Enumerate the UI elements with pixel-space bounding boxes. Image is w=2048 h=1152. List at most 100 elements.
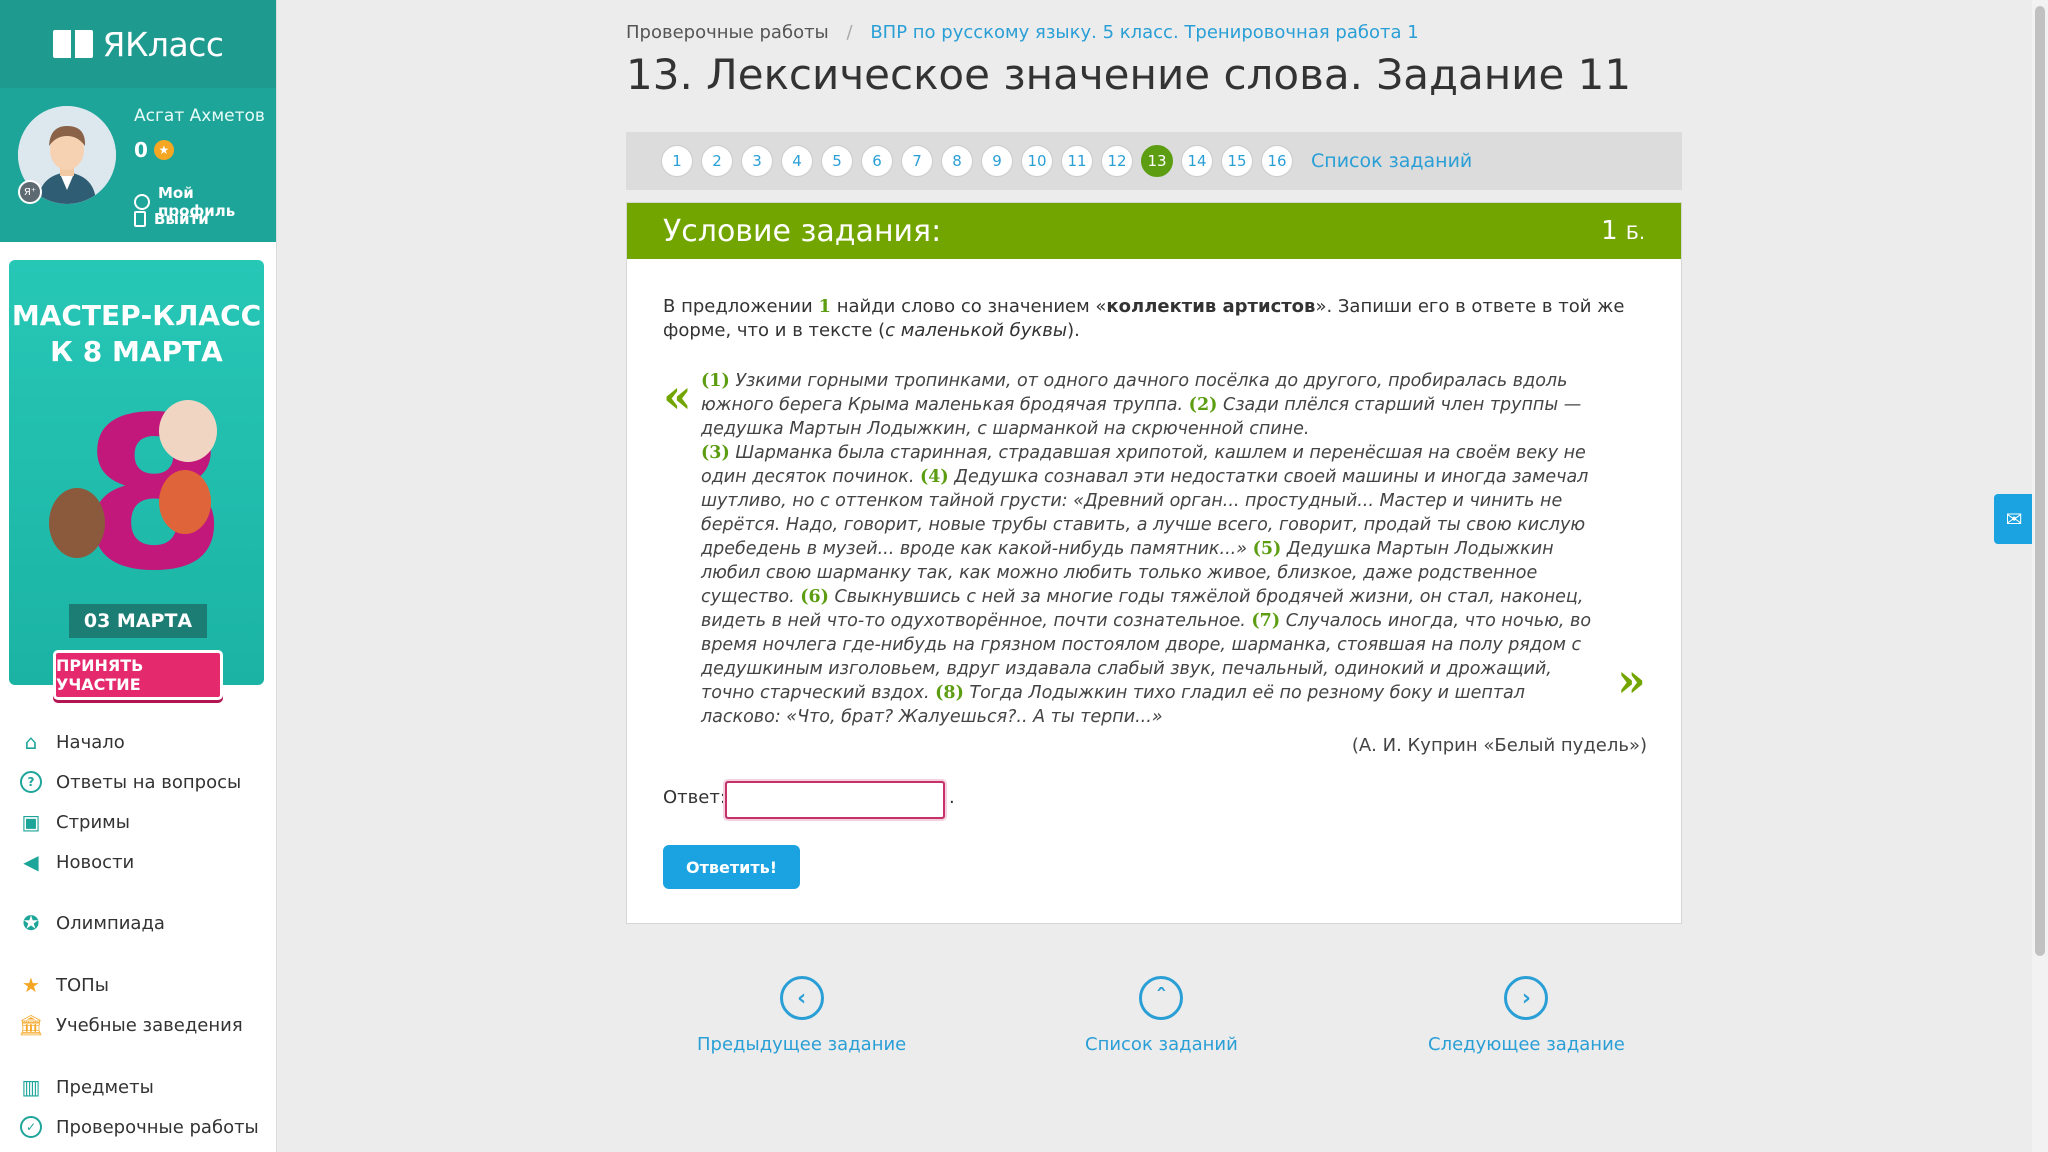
next-task-label: Следующее задание <box>1428 1034 1625 1055</box>
nav-label: ТОПы <box>56 974 109 996</box>
book-logo-icon <box>52 30 93 58</box>
logo-text: ЯКласс <box>102 24 224 64</box>
participate-button[interactable]: ПРИНЯТЬ УЧАСТИЕ <box>53 650 223 700</box>
prev-task-link[interactable]: ‹ Предыдущее задание <box>697 976 906 1055</box>
vertical-scrollbar[interactable] <box>2032 0 2048 1152</box>
check-icon: ✓ <box>20 1116 42 1138</box>
breadcrumb: Проверочные работы / ВПР по русскому язы… <box>626 22 1419 43</box>
girl-illustration-icon <box>49 488 105 558</box>
sentence-number: 1 <box>709 371 722 391</box>
play-icon: ▣ <box>21 810 41 834</box>
question-text: В предложении <box>663 296 819 317</box>
breadcrumb-current[interactable]: ВПР по русскому языку. 5 класс. Трениров… <box>870 22 1418 43</box>
task-list-link[interactable]: Список заданий <box>1311 150 1472 172</box>
points-value: 1 <box>1601 216 1618 246</box>
task-list-label: Список заданий <box>1085 1034 1238 1055</box>
nav-item-streams[interactable]: ▣ Стримы <box>0 805 130 839</box>
feedback-mail-button[interactable]: ✉ <box>1994 494 2034 544</box>
page-number[interactable]: 3 <box>741 145 773 177</box>
star-icon: ★ <box>22 973 40 997</box>
nav-item-news[interactable]: ◀ Новости <box>0 845 134 879</box>
page-number[interactable]: 12 <box>1101 145 1133 177</box>
breadcrumb-root[interactable]: Проверочные работы <box>626 22 829 43</box>
score-value: 0 <box>134 138 148 162</box>
sentence-number: 2 <box>1196 395 1210 415</box>
question-text: ). <box>1067 320 1080 341</box>
task-header: Условие задания: 1 Б. <box>627 203 1681 259</box>
task-question: В предложении 1 найди слово со значением… <box>663 295 1653 343</box>
task-pager: 1 2 3 4 5 6 7 8 9 10 11 12 13 14 15 16 С… <box>626 132 1682 190</box>
nav-item-answers[interactable]: ? Ответы на вопросы <box>0 765 241 799</box>
medal-icon: ✪ <box>22 911 40 935</box>
page-number[interactable]: 16 <box>1261 145 1293 177</box>
sidebar: ЯКласс Асгат Ахметов 0 ★ Мой профиль Вый… <box>0 0 277 1152</box>
logo[interactable]: ЯКласс <box>0 0 276 88</box>
answer-input[interactable] <box>725 781 945 819</box>
promo-banner[interactable]: МАСТЕР-КЛАСС К 8 МАРТА 8 03 МАРТА <box>9 260 264 685</box>
nav-label: Предметы <box>56 1076 154 1098</box>
nav-item-home[interactable]: ⌂ Начало <box>0 725 125 759</box>
user-circle-icon <box>134 194 150 210</box>
nav-item-olympiad[interactable]: ✪ Олимпиада <box>0 906 165 940</box>
page-number[interactable]: 2 <box>701 145 733 177</box>
page-number[interactable]: 5 <box>821 145 853 177</box>
yaplus-badge-icon: Я⁺ <box>18 180 42 204</box>
page-number-active[interactable]: 13 <box>1141 145 1173 177</box>
answer-label: Ответ: <box>663 787 726 808</box>
sentence-number: 4 <box>928 467 941 487</box>
nav-label: Новости <box>56 851 135 873</box>
bottom-navigation: ‹ Предыдущее задание ˆ Список заданий › … <box>626 976 1682 1056</box>
coin-star-icon: ★ <box>153 140 174 160</box>
task-header-title: Условие задания: <box>663 213 942 249</box>
page-number[interactable]: 9 <box>981 145 1013 177</box>
question-hint: с маленькой буквы <box>885 320 1068 341</box>
banner-title-line2: К 8 МАРТА <box>50 335 223 368</box>
grandma-illustration-icon <box>159 400 217 462</box>
nav-item-subjects[interactable]: ▥ Предметы <box>0 1070 154 1104</box>
page-number[interactable]: 10 <box>1021 145 1053 177</box>
prev-task-label: Предыдущее задание <box>697 1034 907 1055</box>
banner-date: 03 МАРТА <box>69 604 207 638</box>
banner-title-line1: МАСТЕР-КЛАСС <box>11 299 262 332</box>
open-quote-icon: « <box>663 369 692 423</box>
nav-label: Стримы <box>56 811 130 833</box>
nav-item-tests[interactable]: ✓ Проверочные работы <box>0 1110 259 1144</box>
door-icon <box>134 211 146 227</box>
submit-answer-button[interactable]: Ответить! <box>663 845 800 889</box>
chevron-right-icon: › <box>1504 976 1549 1020</box>
page-number[interactable]: 14 <box>1181 145 1213 177</box>
nav-label: Олимпиада <box>56 912 165 934</box>
logout-label: Выйти <box>154 210 209 228</box>
nav-item-tops[interactable]: ★ ТОПы <box>0 968 109 1002</box>
task-card: Условие задания: 1 Б. В предложении 1 на… <box>626 202 1682 924</box>
user-name[interactable]: Асгат Ахметов <box>134 106 265 126</box>
scrollbar-thumb[interactable] <box>2035 6 2045 956</box>
question-text: найди слово со значением « <box>831 296 1107 317</box>
page-number[interactable]: 6 <box>861 145 893 177</box>
chevron-up-icon: ˆ <box>1139 976 1184 1020</box>
sentence-number: 6 <box>808 587 821 607</box>
page-number[interactable]: 15 <box>1221 145 1253 177</box>
page-number[interactable]: 1 <box>661 145 693 177</box>
task-points: 1 Б. <box>1601 216 1645 246</box>
task-list-bottom-link[interactable]: ˆ Список заданий <box>1085 976 1238 1055</box>
question-sentence-number: 1 <box>818 296 832 317</box>
passage-author: (А. И. Куприн «Белый пудель») <box>1351 735 1647 756</box>
envelope-icon: ✉ <box>2005 507 2023 531</box>
nav-label: Учебные заведения <box>56 1014 243 1036</box>
page-number[interactable]: 8 <box>941 145 973 177</box>
score: 0 ★ <box>134 138 174 162</box>
page-title: 13. Лексическое значение слова. Задание … <box>626 50 1632 99</box>
girl-redhair-illustration-icon <box>159 470 211 534</box>
nav-item-schools[interactable]: 🏛 Учебные заведения <box>0 1008 243 1042</box>
page-number[interactable]: 11 <box>1061 145 1093 177</box>
close-quote-icon: » <box>1617 653 1646 707</box>
logout-link[interactable]: Выйти <box>134 210 209 228</box>
sentence-number: 5 <box>1260 539 1274 559</box>
page-number[interactable]: 4 <box>781 145 813 177</box>
nav-label: Начало <box>56 731 125 753</box>
next-task-link[interactable]: › Следующее задание <box>1428 976 1625 1055</box>
chevron-left-icon: ‹ <box>779 976 824 1020</box>
breadcrumb-separator: / <box>846 22 853 43</box>
page-number[interactable]: 7 <box>901 145 933 177</box>
